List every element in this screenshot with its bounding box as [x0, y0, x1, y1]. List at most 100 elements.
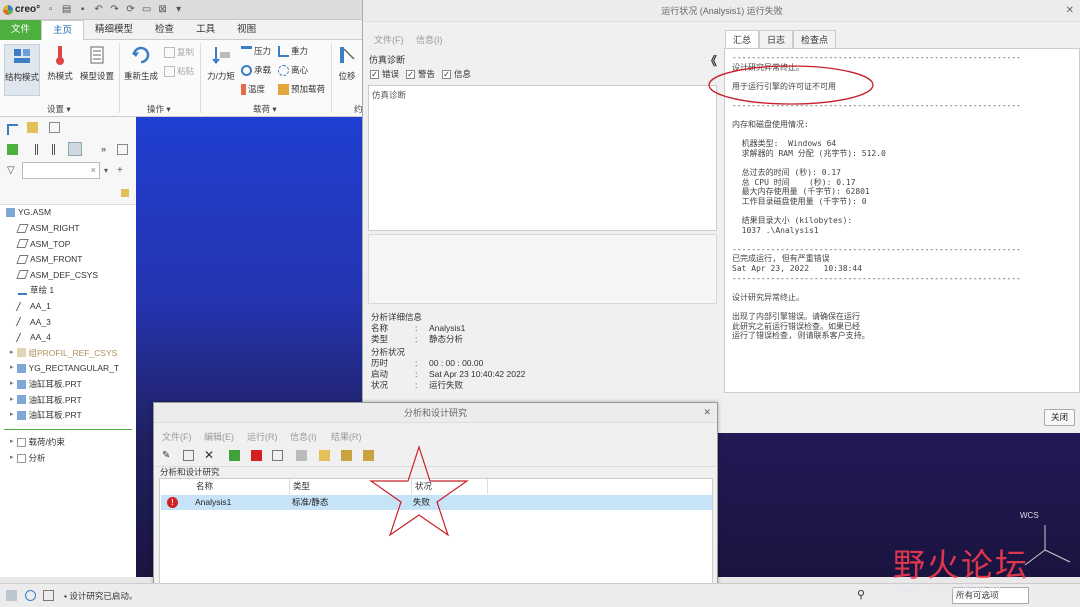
- folder-icon[interactable]: [27, 122, 38, 133]
- model-setup-button[interactable]: 模型设置: [78, 44, 116, 82]
- menu-file[interactable]: 文件(F): [374, 33, 404, 46]
- tree-analysis-node[interactable]: ▸ 分析: [10, 451, 46, 465]
- tree-item[interactable]: ▸ YG_RECTANGULAR_T: [10, 361, 119, 375]
- favorites-icon[interactable]: [49, 122, 60, 133]
- tab-view[interactable]: 视图: [226, 20, 267, 40]
- tree-item[interactable]: AA_3: [15, 315, 51, 329]
- expand-icon[interactable]: ▸: [10, 346, 14, 360]
- pin-icon[interactable]: [121, 189, 129, 197]
- more-icon[interactable]: »: [101, 144, 112, 155]
- structure-mode-button[interactable]: 结构模式: [4, 44, 40, 96]
- tree-item[interactable]: ▸ 组PROFIL_REF_CSYS: [10, 346, 117, 360]
- pressure-button[interactable]: 压力: [241, 45, 271, 57]
- tree-settings-icon[interactable]: [117, 144, 128, 155]
- list-view-icon[interactable]: [35, 144, 46, 155]
- force-moment-button[interactable]: 力/力矩: [203, 44, 239, 82]
- fullscreen-icon[interactable]: [43, 590, 54, 601]
- add-icon[interactable]: +: [117, 165, 128, 176]
- tree-item[interactable]: 草绘 1: [18, 283, 54, 297]
- open-file-icon[interactable]: ▤: [61, 4, 72, 15]
- menu-info[interactable]: 信息(I): [416, 33, 443, 46]
- status-icon[interactable]: [272, 450, 283, 461]
- layout-icon[interactable]: [6, 590, 17, 601]
- tab-tools[interactable]: 工具: [185, 20, 226, 40]
- expand-icon[interactable]: ▸: [10, 451, 14, 465]
- menu-run[interactable]: 运行(R): [247, 430, 278, 443]
- expand-icon[interactable]: ▸: [10, 393, 14, 407]
- tree-item[interactable]: ▸ 油缸耳板.PRT: [10, 408, 82, 422]
- menu-edit[interactable]: 编辑(E): [204, 430, 234, 443]
- regenerate-icon[interactable]: ⟳: [125, 4, 136, 15]
- delete-icon[interactable]: ✕: [204, 448, 215, 462]
- find-icon[interactable]: ⚲: [857, 588, 868, 601]
- tab-file[interactable]: 文件: [0, 20, 42, 40]
- expand-icon[interactable]: ▸: [10, 435, 14, 449]
- tree-item[interactable]: ASM_RIGHT: [16, 221, 80, 235]
- review-icon[interactable]: [341, 450, 352, 461]
- tab-refine-model[interactable]: 精细模型: [84, 20, 144, 40]
- centrifugal-button[interactable]: 离心: [278, 64, 308, 76]
- gravity-button[interactable]: 重力: [278, 45, 308, 57]
- tree-item[interactable]: ▸ 油缸耳板.PRT: [10, 393, 82, 407]
- layer-icon[interactable]: [7, 144, 18, 155]
- clear-icon[interactable]: ×: [91, 165, 96, 175]
- browser-icon[interactable]: [25, 590, 36, 601]
- tab-home[interactable]: 主页: [41, 20, 85, 40]
- window-icon[interactable]: ▭: [141, 4, 152, 15]
- tree-item[interactable]: AA_4: [15, 330, 51, 344]
- model-tree-icon[interactable]: [7, 124, 18, 135]
- tree-loads-node[interactable]: ▸ 载荷/约束: [10, 435, 65, 449]
- paste-button[interactable]: 粘贴: [164, 65, 194, 77]
- close-button[interactable]: 关闭: [1044, 409, 1075, 426]
- tree-columns-icon[interactable]: [68, 142, 82, 156]
- filter-error-checkbox[interactable]: ✓ 错误: [370, 68, 399, 80]
- copy-button[interactable]: 复制: [164, 46, 194, 58]
- bearing-button[interactable]: 承载: [241, 64, 271, 76]
- customize-dropdown-icon[interactable]: ▾: [173, 4, 184, 15]
- menu-results[interactable]: 结果(R): [331, 430, 362, 443]
- detail-view-icon[interactable]: [52, 144, 63, 155]
- temperature-button[interactable]: 温度: [241, 83, 265, 95]
- thermal-mode-button[interactable]: 热模式: [44, 44, 76, 82]
- menu-file[interactable]: 文件(F): [162, 430, 192, 443]
- tab-summary[interactable]: 汇总: [725, 30, 760, 48]
- preload-button[interactable]: 预加载荷: [278, 83, 325, 95]
- regenerate-button[interactable]: 重新生成: [122, 44, 160, 82]
- menu-info[interactable]: 信息(I): [290, 430, 317, 443]
- stop-run-icon[interactable]: [251, 450, 262, 461]
- tree-item[interactable]: ▸ 油缸耳板.PRT: [10, 377, 82, 391]
- copy-icon[interactable]: [183, 450, 194, 461]
- tree-item[interactable]: ASM_TOP: [16, 237, 70, 251]
- group-label-operation[interactable]: 操作 ▾: [147, 103, 171, 115]
- group-label-setup[interactable]: 设置 ▾: [47, 103, 71, 115]
- redo-icon[interactable]: ↷: [109, 4, 120, 15]
- results-icon[interactable]: [296, 450, 307, 461]
- start-run-icon[interactable]: [229, 450, 240, 461]
- column-name[interactable]: 名称: [160, 479, 290, 494]
- filter-icon[interactable]: ▽: [7, 165, 18, 176]
- save-icon[interactable]: ▪: [77, 4, 88, 15]
- tree-search-input[interactable]: ×: [22, 162, 100, 179]
- filter-info-checkbox[interactable]: ✓ 信息: [442, 68, 471, 80]
- undo-icon[interactable]: ↶: [93, 4, 104, 15]
- new-file-icon[interactable]: ▫: [45, 4, 56, 15]
- edit-icon[interactable]: ✎: [162, 450, 173, 461]
- close-window-icon[interactable]: ⊠: [157, 4, 168, 15]
- expand-icon[interactable]: ▸: [10, 361, 14, 375]
- batch-icon[interactable]: [319, 450, 330, 461]
- close-icon[interactable]: ✕: [703, 407, 711, 418]
- expand-icon[interactable]: ▸: [10, 377, 14, 391]
- tab-log[interactable]: 日志: [759, 30, 794, 48]
- close-icon[interactable]: ✕: [1066, 5, 1074, 16]
- tree-root[interactable]: YG.ASM: [6, 205, 51, 219]
- expand-icon[interactable]: ▸: [10, 408, 14, 422]
- search-dropdown-icon[interactable]: ▾: [104, 166, 108, 175]
- filter-warning-checkbox[interactable]: ✓ 警告: [406, 68, 435, 80]
- tree-item[interactable]: ASM_DEF_CSYS: [16, 268, 98, 282]
- tree-item[interactable]: ASM_FRONT: [16, 252, 82, 266]
- tab-inspect[interactable]: 检查: [144, 20, 185, 40]
- tree-item[interactable]: AA_1: [15, 299, 51, 313]
- group-label-loads[interactable]: 载荷 ▾: [253, 103, 277, 115]
- displacement-button[interactable]: 位移: [334, 44, 360, 82]
- tab-checkpoints[interactable]: 检查点: [793, 30, 837, 48]
